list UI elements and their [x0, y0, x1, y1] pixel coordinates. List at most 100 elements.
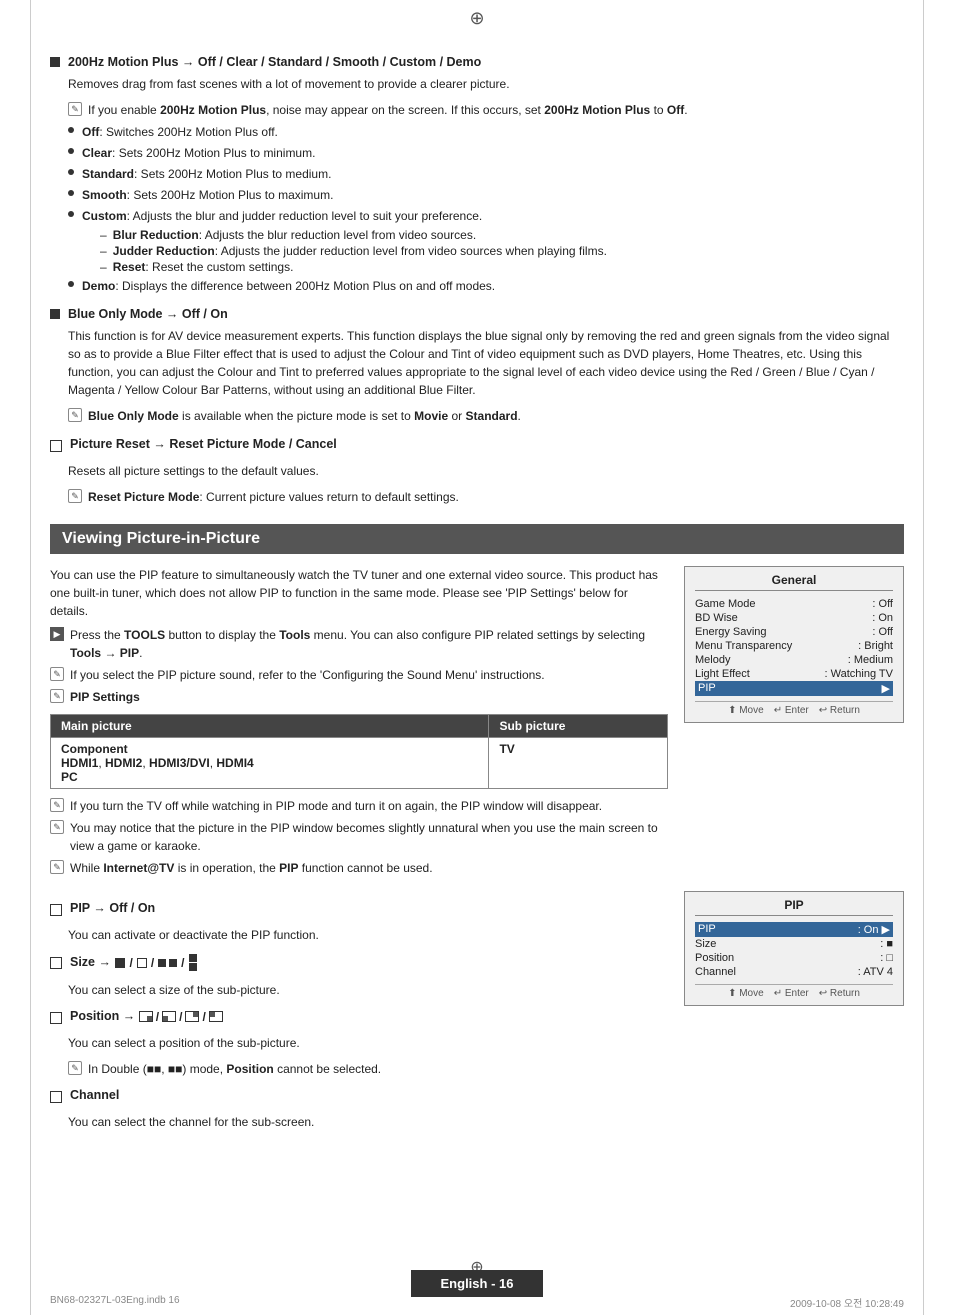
- pip-size-header: Size → / / /: [50, 954, 668, 971]
- settings-row-energy: Energy Saving: Off: [695, 625, 893, 639]
- pip-col-sub-label: Sub picture: [489, 715, 668, 738]
- pip-size-body: You can select a size of the sub-picture…: [68, 981, 668, 999]
- dash-judder: – Judder Reduction: Adjusts the judder r…: [100, 244, 904, 258]
- pip-onoff-main: PIP → Off / On You can activate or deact…: [50, 891, 668, 1139]
- note-icon: ✎: [50, 860, 64, 874]
- pip-position-title: Position → / / /: [70, 1009, 223, 1024]
- pip-row-pip: PIP: On ▶: [695, 922, 893, 937]
- pip-onoff-section: PIP → Off / On You can activate or deact…: [50, 891, 904, 1139]
- note-icon: ✎: [68, 489, 82, 503]
- section-blue-title: Blue Only Mode → Off / On: [68, 307, 228, 321]
- top-compass-icon: ⊕: [469, 8, 484, 29]
- section-200hz: 200Hz Motion Plus → Off / Clear / Standa…: [50, 55, 904, 69]
- bullet-demo-text: Demo: Displays the difference between 20…: [82, 277, 495, 295]
- pip-sub-picture: TV: [489, 738, 668, 789]
- section-blue-header: Blue Only Mode → Off / On: [50, 307, 904, 321]
- note-blue-text: Blue Only Mode is available when the pic…: [88, 407, 521, 425]
- note-picture-reset-text: Reset Picture Mode: Current picture valu…: [88, 488, 459, 506]
- section-picture-reset: Picture Reset → Reset Picture Mode / Can…: [50, 437, 904, 506]
- pip-table-row: Component HDMI1, HDMI2, HDMI3/DVI, HDMI4…: [51, 738, 668, 789]
- bullet-smooth-text: Smooth: Sets 200Hz Motion Plus to maximu…: [82, 186, 333, 204]
- pip-note1: ▶ Press the TOOLS button to display the …: [50, 626, 668, 662]
- bullet-clear: Clear: Sets 200Hz Motion Plus to minimum…: [68, 144, 904, 162]
- pip-position-header: Position → / / /: [50, 1009, 668, 1024]
- bottom-meta: BN68-02327L-03Eng.indb 16 2009-10-08 오전 …: [50, 1295, 904, 1310]
- pip-settings-box: PIP PIP: On ▶ Size: ■ Position: □ Channe…: [684, 891, 904, 1006]
- section-200hz-title: 200Hz Motion Plus → Off / Clear / Standa…: [68, 55, 481, 69]
- dot: [68, 127, 74, 133]
- bullet-clear-text: Clear: Sets 200Hz Motion Plus to minimum…: [82, 144, 315, 162]
- pip-position-note: ✎ In Double (■■, ■■) mode, Position cann…: [68, 1060, 668, 1078]
- pip-after-note2-text: You may notice that the picture in the P…: [70, 819, 668, 855]
- pip-after-note1: ✎ If you turn the TV off while watching …: [50, 797, 668, 815]
- bullet-custom-text: Custom: Adjusts the blur and judder redu…: [82, 207, 482, 225]
- pip-intro: You can use the PIP feature to simultane…: [50, 566, 668, 620]
- pip-after-note3-text: While Internet@TV is in operation, the P…: [70, 859, 433, 877]
- bullet-custom: Custom: Adjusts the blur and judder redu…: [68, 207, 904, 225]
- note-icon: ✎: [50, 667, 64, 681]
- size-icons-double2: [188, 954, 198, 971]
- pip-subsections: PIP → Off / On You can activate or deact…: [50, 891, 904, 1139]
- pip-main-picture: Component HDMI1, HDMI2, HDMI3/DVI, HDMI4…: [51, 738, 489, 789]
- size-icon-2: [137, 958, 147, 968]
- pip-onoff-header: PIP → Off / On: [50, 901, 668, 916]
- size-icons: / / /: [114, 954, 197, 971]
- dash-reset: – Reset: Reset the custom settings.: [100, 260, 904, 274]
- bullet-square: [50, 309, 60, 319]
- page-container: ⊕ 200Hz Motion Plus → Off / Clear / Stan…: [0, 0, 954, 1315]
- bullet-standard: Standard: Sets 200Hz Motion Plus to medi…: [68, 165, 904, 183]
- page-footer: English - 16: [0, 1270, 954, 1297]
- pip-channel-title: Channel: [70, 1088, 119, 1102]
- pip-position-note-text: In Double (■■, ■■) mode, Position cannot…: [88, 1060, 381, 1078]
- bullet-off-text: Off: Switches 200Hz Motion Plus off.: [82, 123, 278, 141]
- footer-text: English - 16: [411, 1270, 544, 1297]
- settings-footer: ⬆ Move ↵ Enter ↩ Return: [695, 701, 893, 716]
- meta-left: BN68-02327L-03Eng.indb 16: [50, 1295, 180, 1310]
- pip-settings-text: PIP Settings: [70, 688, 140, 706]
- pos-icon-4: [209, 1011, 223, 1022]
- note-200hz-text: If you enable 200Hz Motion Plus, noise m…: [88, 101, 688, 119]
- pip-note2-text: If you select the PIP picture sound, ref…: [70, 666, 545, 684]
- section-blue-only: Blue Only Mode → Off / On This function …: [50, 307, 904, 425]
- pip-note1-text: Press the TOOLS button to display the To…: [70, 626, 668, 662]
- note-icon: ✎: [68, 102, 82, 116]
- bullet-square: [50, 57, 60, 67]
- pip-size-title: Size → / / /: [70, 954, 198, 971]
- size-icon-3a: [158, 959, 166, 967]
- pip-after-note2: ✎ You may notice that the picture in the…: [50, 819, 668, 855]
- pip-two-col: You can use the PIP feature to simultane…: [50, 566, 904, 881]
- position-icons: / / /: [139, 1010, 223, 1024]
- settings-row-game: Game Mode: Off: [695, 597, 893, 611]
- bullet-off: Off: Switches 200Hz Motion Plus off.: [68, 123, 904, 141]
- note-icon: ✎: [68, 408, 82, 422]
- settings-row-light: Light Effect: Watching TV: [695, 667, 893, 681]
- general-settings-title: General: [695, 573, 893, 591]
- pip-onoff-body: You can activate or deactivate the PIP f…: [68, 926, 668, 944]
- pip-side-box: PIP PIP: On ▶ Size: ■ Position: □ Channe…: [684, 891, 904, 1139]
- note-blue: ✎ Blue Only Mode is available when the p…: [68, 407, 904, 425]
- size-icon-4b: [189, 963, 197, 971]
- pip-onoff-title: PIP → Off / On: [70, 901, 155, 915]
- main-content: 200Hz Motion Plus → Off / Clear / Standa…: [50, 55, 904, 1139]
- settings-row-melody: Melody: Medium: [695, 653, 893, 667]
- dot: [68, 211, 74, 217]
- dash-blur: – Blur Reduction: Adjusts the blur reduc…: [100, 228, 904, 242]
- dot: [68, 148, 74, 154]
- settings-row-menu: Menu Transparency: Bright: [695, 639, 893, 653]
- pip-channel-body: You can select the channel for the sub-s…: [68, 1113, 668, 1131]
- general-settings-box: General Game Mode: Off BD Wise: On Energ…: [684, 566, 904, 723]
- pos-icon-1: [139, 1011, 153, 1022]
- size-icon-1: [115, 958, 125, 968]
- dot: [68, 281, 74, 287]
- checkbox-icon: [50, 957, 62, 969]
- pip-after-note1-text: If you turn the TV off while watching in…: [70, 797, 602, 815]
- pip-channel-header: Channel: [50, 1088, 668, 1103]
- dash-judder-text: Judder Reduction: Adjusts the judder red…: [113, 244, 607, 258]
- dot: [68, 190, 74, 196]
- margin-right: [923, 0, 924, 1315]
- tools-icon: ▶: [50, 627, 64, 641]
- margin-left: [30, 0, 31, 1315]
- pip-position-body: You can select a position of the sub-pic…: [68, 1034, 668, 1052]
- pip-col-main: You can use the PIP feature to simultane…: [50, 566, 668, 881]
- checkbox-icon: [50, 1091, 62, 1103]
